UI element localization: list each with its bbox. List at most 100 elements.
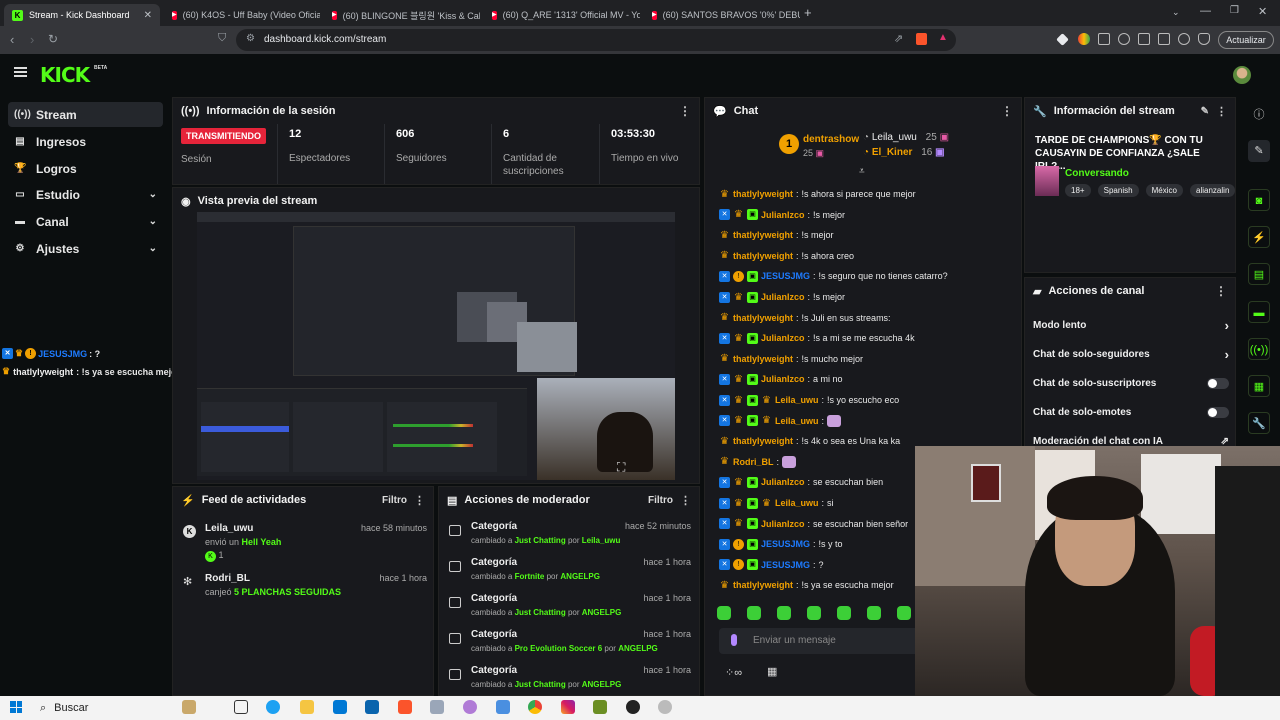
brave-rewards-icon[interactable]: ▲ xyxy=(938,32,948,43)
chat-username[interactable]: JESUSJMG xyxy=(761,539,810,549)
app-icon[interactable] xyxy=(658,700,672,714)
forward-icon[interactable]: › xyxy=(30,32,34,47)
puzzle-icon[interactable] xyxy=(1098,33,1110,45)
chat-username[interactable]: JulianIzco xyxy=(761,292,805,302)
wallet-icon[interactable] xyxy=(1158,33,1170,45)
browser-tab-kick[interactable]: K Stream - Kick Dashboard ✕ xyxy=(4,4,160,26)
moderator-user[interactable]: ANGELPG xyxy=(582,680,622,689)
update-button[interactable]: Actualizar xyxy=(1218,31,1274,49)
app-icon[interactable] xyxy=(593,700,607,714)
chat-username[interactable]: JulianIzco xyxy=(761,519,805,529)
edit-layout-icon[interactable]: ✎ xyxy=(1248,140,1270,162)
extension-icon[interactable] xyxy=(1078,33,1090,45)
obs-icon[interactable] xyxy=(626,700,640,714)
moderator-user[interactable]: Leila_uwu xyxy=(582,536,621,545)
emote-icon[interactable] xyxy=(867,606,881,620)
emote-icon[interactable] xyxy=(777,606,791,620)
task-view-icon[interactable] xyxy=(234,700,248,714)
brave-shield-icon[interactable] xyxy=(916,33,927,45)
chat-username[interactable]: JulianIzco xyxy=(761,333,805,343)
tag[interactable]: alianzalin xyxy=(1190,184,1236,197)
moderator-user[interactable]: ANGELPG xyxy=(560,572,600,581)
chat-username[interactable]: Leila_uwu xyxy=(775,498,819,508)
sidebar-icon[interactable] xyxy=(1138,33,1150,45)
mail-icon[interactable] xyxy=(365,700,379,714)
emote-icon[interactable] xyxy=(807,606,821,620)
category-link[interactable]: Just Chatting xyxy=(515,680,566,689)
more-options-icon[interactable]: ⋮ xyxy=(1001,104,1013,118)
reload-icon[interactable]: ↻ xyxy=(48,32,58,46)
slow-mode-action[interactable]: Modo lento › xyxy=(1033,315,1229,335)
app-icon[interactable] xyxy=(430,700,444,714)
browser-tab-youtube[interactable]: ▶ (60) K4OS - Uff Baby (Video Oficial) xyxy=(164,4,320,26)
leaderboard-user[interactable]: Leila_uwu xyxy=(872,132,917,143)
tab-search-icon[interactable]: ⌄ xyxy=(1172,7,1180,18)
share-icon[interactable]: ⇗ xyxy=(894,32,903,45)
hamburger-menu-icon[interactable] xyxy=(14,67,27,77)
info-icon[interactable]: ⓘ xyxy=(1248,104,1270,126)
chat-username[interactable]: Leila_uwu xyxy=(775,395,819,405)
category-link[interactable]: Fortnite xyxy=(515,572,545,581)
category-link[interactable]: Pro Evolution Soccer 6 xyxy=(515,644,603,653)
emote-icon[interactable] xyxy=(837,606,851,620)
address-bar[interactable]: ⚙ dashboard.kick.com/stream ⇗ ▲ xyxy=(236,29,956,51)
chat-username[interactable]: thatlylyweight xyxy=(733,189,793,199)
filter-button[interactable]: Filtro xyxy=(648,495,673,506)
file-explorer-icon[interactable] xyxy=(300,700,314,714)
close-tab-icon[interactable]: ✕ xyxy=(144,10,152,21)
wrench-icon[interactable]: 🔧 xyxy=(1248,412,1270,434)
vpn-icon[interactable] xyxy=(1198,33,1210,45)
browser-tab-youtube[interactable]: ▶ (60) Q_ARE '1313' Official MV - You xyxy=(484,4,640,26)
sidebar-item-ajustes[interactable]: ⚙ Ajustes ⌄ xyxy=(8,236,163,261)
tag[interactable]: México xyxy=(1145,184,1183,197)
leaderboard-user[interactable]: El_Kiner xyxy=(872,147,913,158)
leaderboard-user[interactable]: dentrashow xyxy=(803,134,859,145)
fullscreen-icon[interactable]: ⛶ xyxy=(617,460,625,475)
microphone-icon[interactable] xyxy=(731,634,737,646)
document-icon[interactable]: ▤ xyxy=(1248,263,1270,285)
followers-only-action[interactable]: Chat de solo-seguidores › xyxy=(1033,344,1229,364)
chat-icon[interactable]: ▬ xyxy=(1248,301,1270,323)
emote-icon[interactable] xyxy=(717,606,731,620)
store-icon[interactable]: ▦ xyxy=(767,665,777,678)
expand-leaderboard-icon[interactable]: ⩡ xyxy=(859,166,865,177)
chat-username[interactable]: thatlylyweight xyxy=(733,354,793,364)
moderator-user[interactable]: ANGELPG xyxy=(618,644,658,653)
category-link[interactable]: Just Chatting xyxy=(515,536,566,545)
more-options-icon[interactable]: ⋮ xyxy=(1216,105,1227,118)
search-highlight-icon[interactable] xyxy=(182,700,196,714)
filter-button[interactable]: Filtro xyxy=(382,495,407,506)
store-icon[interactable]: ▦ xyxy=(1248,375,1270,397)
sidebar-item-estudio[interactable]: ▭ Estudio ⌄ xyxy=(8,182,163,207)
chat-username[interactable]: thatlylyweight xyxy=(733,580,793,590)
chat-username[interactable]: JulianIzco xyxy=(761,210,805,220)
chat-username[interactable]: JulianIzco xyxy=(761,477,805,487)
chat-username[interactable]: thatlylyweight xyxy=(733,251,793,261)
chat-username[interactable]: Leila_uwu xyxy=(775,416,819,426)
back-icon[interactable]: ‹ xyxy=(10,32,14,47)
tag[interactable]: Spanish xyxy=(1097,184,1139,197)
store-app-icon[interactable] xyxy=(333,700,347,714)
bookmark-icon[interactable]: ⛉ xyxy=(218,32,226,45)
category-link[interactable]: Just Chatting xyxy=(515,608,566,617)
chat-username[interactable]: thatlylyweight xyxy=(733,230,793,240)
stream-preview-video[interactable]: ⛶ xyxy=(197,212,675,480)
sidebar-item-canal[interactable]: ▬ Canal ⌄ xyxy=(8,209,163,234)
edit-icon[interactable]: ✎ xyxy=(1201,106,1209,117)
edge-icon[interactable] xyxy=(266,700,280,714)
sidebar-item-ingresos[interactable]: ▤ Ingresos xyxy=(8,129,163,154)
more-options-icon[interactable]: ⋮ xyxy=(414,494,425,507)
chat-username[interactable]: JESUSJMG xyxy=(761,271,810,281)
broadcast-icon[interactable]: ((•)) xyxy=(1248,338,1270,360)
moderator-user[interactable]: ANGELPG xyxy=(582,608,622,617)
minimize-icon[interactable]: — xyxy=(1200,5,1211,17)
chat-username[interactable]: JESUSJMG xyxy=(761,560,810,570)
chat-username[interactable]: thatlylyweight xyxy=(733,436,793,446)
more-options-icon[interactable]: ⋮ xyxy=(679,104,691,118)
sidebar-item-logros[interactable]: 🏆 Logros xyxy=(8,156,163,181)
category-name[interactable]: Conversando xyxy=(1065,168,1129,179)
chat-username[interactable]: thatlylyweight xyxy=(733,313,793,323)
tag[interactable]: 18+ xyxy=(1065,184,1091,197)
leo-icon[interactable] xyxy=(1178,33,1190,45)
category-thumbnail[interactable] xyxy=(1035,166,1059,196)
